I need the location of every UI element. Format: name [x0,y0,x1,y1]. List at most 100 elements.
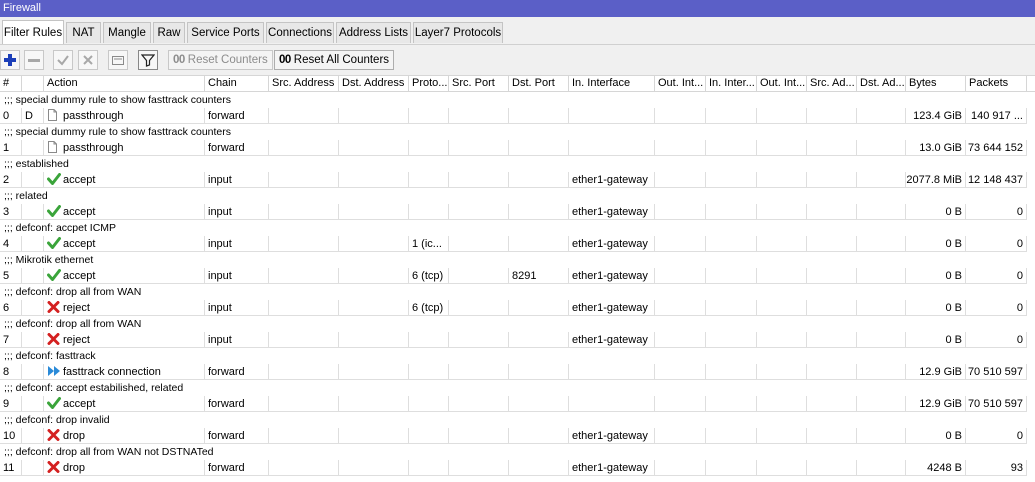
column-header[interactable]: Packets [966,76,1027,91]
column-header[interactable]: Src. Address [269,76,339,91]
cell-dst-address-list [857,396,906,412]
rule-comment[interactable]: ;;; Mikrotik ethernet [0,252,1035,268]
table-row[interactable]: 1 passthrough forward 13.0 GiB 73 644 152 [0,140,1035,156]
tab-layer7-protocols[interactable]: Layer7 Protocols [413,22,503,43]
column-header[interactable]: Proto... [409,76,449,91]
cell-out-interface [655,204,706,220]
cell-packets: 70 510 597 [966,396,1027,412]
remove-button[interactable] [24,50,44,70]
reset-all-counters-button[interactable]: 00 Reset All Counters [274,50,395,70]
cell-in-interface-list [706,428,757,444]
add-button[interactable] [0,50,20,70]
cell-packets: 93 [966,460,1027,476]
action-label: passthrough [63,110,124,122]
column-header[interactable]: In. Inter... [706,76,757,91]
column-header[interactable]: In. Interface [569,76,655,91]
rule-comment[interactable]: ;;; defconf: drop all from WAN [0,316,1035,332]
toolbar: 00 Reset Counters 00 Reset All Counters [0,44,1035,75]
column-header[interactable]: Dst. Port [509,76,569,91]
action-label: accept [63,174,96,186]
table-row[interactable]: 11 drop forward ether1-gateway 4248 B 93 [0,460,1035,476]
rule-comment[interactable]: ;;; defconf: accpet ICMP [0,220,1035,236]
column-header[interactable]: Src. Ad... [807,76,857,91]
table-row[interactable]: 2 accept input ether1-gateway 2077.8 MiB 12 1… [0,172,1035,188]
cell-out-interface [655,364,706,380]
column-header[interactable]: Chain [205,76,269,91]
rule-comment[interactable]: ;;; defconf: accept estabilished, relate… [0,380,1035,396]
minus-icon [28,59,40,62]
cell-action: drop [44,460,205,476]
cell-src-port [449,396,509,412]
table-row[interactable]: 5 accept input 6 (tcp) 8291 ether1-gateway 0 B… [0,268,1035,284]
cell-dst-address [339,268,409,284]
check-icon [47,269,61,281]
column-header[interactable]: Bytes [906,76,966,91]
table-row[interactable]: 8 fasttrack connection forward 12.9 GiB 70 5… [0,364,1035,380]
column-header[interactable]: Out. Int... [655,76,706,91]
cell-action: accept [44,172,205,188]
cell-in-interface: ether1-gateway [569,428,655,444]
cell-flag [22,332,44,348]
cell-protocol [409,332,449,348]
reset-counters-label: Reset Counters [187,54,268,66]
reset-all-counters-label: Reset All Counters [293,54,390,66]
rule-comment[interactable]: ;;; defconf: drop all from WAN not DSTNA… [0,444,1035,460]
rule-comment[interactable]: ;;; established [0,156,1035,172]
cell-dst-address [339,460,409,476]
column-header[interactable]: Out. Int... [757,76,807,91]
cell-in-interface-list [706,268,757,284]
rule-comment[interactable]: ;;; special dummy rule to show fasttrack… [0,92,1035,108]
cell-in-interface: ether1-gateway [569,172,655,188]
tab-raw[interactable]: Raw [153,22,185,43]
enable-button[interactable] [53,50,73,70]
cell-flag [22,268,44,284]
rule-comment[interactable]: ;;; related [0,188,1035,204]
cell-dst-address [339,428,409,444]
reset-counters-button[interactable]: 00 Reset Counters [168,50,273,70]
cell-src-address [269,204,339,220]
column-header[interactable]: Dst. Address [339,76,409,91]
cell-in-interface-list [706,364,757,380]
tab-service-ports[interactable]: Service Ports [187,22,264,43]
comment-button[interactable] [108,50,128,70]
tab-nat[interactable]: NAT [66,22,101,43]
cell-bytes: 0 B [906,236,966,252]
cell-dst-address-list [857,204,906,220]
cell-chain: input [205,332,269,348]
column-header[interactable]: # [0,76,22,91]
cell-src-address [269,460,339,476]
tab-mangle[interactable]: Mangle [103,22,151,43]
table-row[interactable]: 3 accept input ether1-gateway 0 B0 [0,204,1035,220]
cell-in-interface-list [706,172,757,188]
cell-out-interface-list [757,428,807,444]
cell-packets: 0 [966,428,1027,444]
cell-out-interface-list [757,108,807,124]
column-header[interactable]: Dst. Ad... [857,76,906,91]
rule-comment[interactable]: ;;; defconf: drop all from WAN [0,284,1035,300]
table-row[interactable]: 6 reject input 6 (tcp) ether1-gateway 0 B0 [0,300,1035,316]
column-header[interactable]: Action [44,76,205,91]
cell-src-address-list [807,428,857,444]
table-row[interactable]: 9 accept forward 12.9 GiB 70 510 597 [0,396,1035,412]
table-row[interactable]: 4 accept input 1 (ic... ether1-gateway 0 B0 [0,236,1035,252]
tab-connections[interactable]: Connections [266,22,334,43]
cell-protocol [409,172,449,188]
table-row[interactable]: 10 drop forward ether1-gateway 0 B0 [0,428,1035,444]
table-row[interactable]: 7 reject input ether1-gateway 0 B0 [0,332,1035,348]
cell-out-interface-list [757,300,807,316]
cell-flag [22,396,44,412]
disable-button[interactable] [78,50,98,70]
table-row[interactable]: 0 Dpassthrough forward 123.4 GiB 140 917 ... [0,108,1035,124]
tab-address-lists[interactable]: Address Lists [336,22,411,43]
rule-comment[interactable]: ;;; defconf: fasttrack [0,348,1035,364]
cell-protocol [409,108,449,124]
rule-comment[interactable]: ;;; special dummy rule to show fasttrack… [0,124,1035,140]
cell-out-interface [655,332,706,348]
filter-button[interactable] [138,50,158,70]
column-header[interactable] [22,76,44,91]
cell-action: passthrough [44,108,205,124]
action-label: reject [63,334,90,346]
column-header[interactable]: Src. Port [449,76,509,91]
rule-comment[interactable]: ;;; defconf: drop invalid [0,412,1035,428]
tab-filter-rules[interactable]: Filter Rules [2,20,64,44]
